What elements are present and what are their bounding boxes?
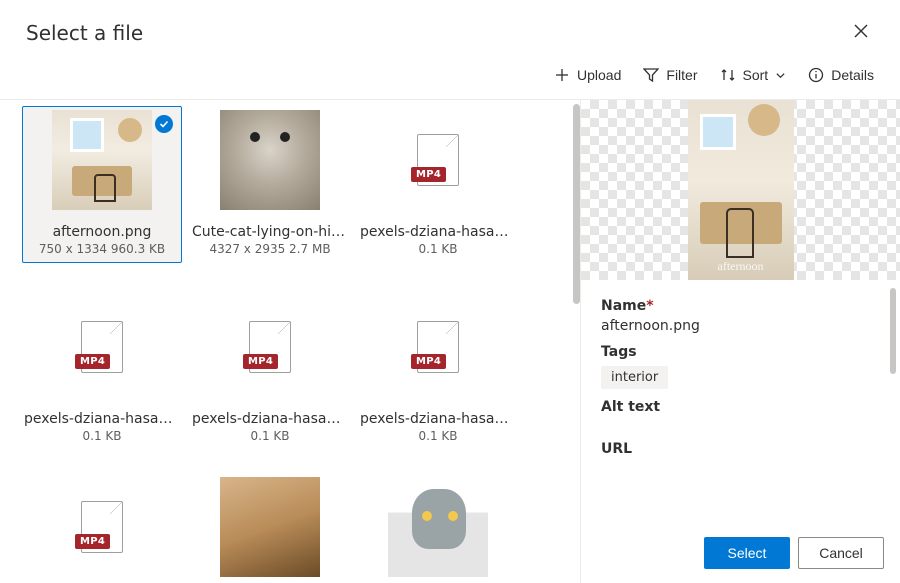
file-thumbnail [220,110,320,210]
tag-chip[interactable]: interior [601,366,668,389]
chevron-down-icon [775,70,786,81]
file-card[interactable]: MP4 [22,473,182,577]
cat-image-icon [220,477,320,577]
file-thumbnail [52,110,152,210]
grid-scrollbar[interactable] [573,104,580,304]
url-label: URL [601,441,880,457]
details-fields: Name* afternoon.png Tags interior Alt te… [581,280,900,475]
file-card[interactable]: MP4 pexels-dziana-hasanb... 0.1 KB [190,293,350,443]
modal-footer: Select Cancel [704,537,884,569]
file-meta: 750 x 1334 960.3 KB [39,242,165,256]
info-icon [808,67,824,83]
modal-header: Select a file [0,0,900,57]
close-icon [854,24,868,38]
file-name: pexels-dziana-hasanb... [360,224,516,240]
mp4-file-icon: MP4 [81,321,123,373]
file-picker-modal: Select a file Upload Filter Sort Details [0,0,900,583]
file-thumbnail: MP4 [388,110,488,210]
modal-title: Select a file [26,21,143,45]
upload-label: Upload [577,67,621,83]
file-grid-container: afternoon.png 750 x 1334 960.3 KB Cute-c… [0,100,580,583]
file-meta: 0.1 KB [419,242,458,256]
close-button[interactable] [848,18,874,47]
details-scrollbar[interactable] [890,288,896,374]
modal-body: afternoon.png 750 x 1334 960.3 KB Cute-c… [0,100,900,583]
file-thumbnail [388,477,488,577]
filter-button[interactable]: Filter [643,63,697,87]
file-thumbnail: MP4 [388,297,488,397]
plus-icon [554,67,570,83]
preview-image: afternoon [688,100,794,280]
cancel-button[interactable]: Cancel [798,537,884,569]
file-card[interactable]: MP4 pexels-dziana-hasanb... 0.1 KB [22,293,182,443]
preview-signature: afternoon [688,259,794,274]
name-label: Name* [601,298,880,314]
file-name: pexels-dziana-hasanb... [24,411,180,427]
file-card[interactable]: MP4 pexels-dziana-hasanb... 0.1 KB [358,293,518,443]
file-meta: 0.1 KB [251,429,290,443]
file-grid: afternoon.png 750 x 1334 960.3 KB Cute-c… [22,106,574,577]
sort-button[interactable]: Sort [720,63,787,87]
file-meta: 0.1 KB [83,429,122,443]
mp4-file-icon: MP4 [417,134,459,186]
file-card[interactable] [358,473,518,577]
file-thumbnail: MP4 [220,297,320,397]
tags-label: Tags [601,344,880,360]
upload-button[interactable]: Upload [554,63,621,87]
cat-image-icon [220,110,320,210]
file-card[interactable]: MP4 pexels-dziana-hasanb... 0.1 KB [358,106,518,263]
mp4-file-icon: MP4 [81,501,123,553]
file-card[interactable] [190,473,350,577]
mp4-file-icon: MP4 [249,321,291,373]
file-meta: 0.1 KB [419,429,458,443]
details-panel: afternoon Name* afternoon.png Tags inter… [580,100,900,583]
file-name: Cute-cat-lying-on-his-... [192,224,348,240]
alttext-label: Alt text [601,399,880,415]
file-name: pexels-dziana-hasanb... [192,411,348,427]
preview-area: afternoon [581,100,900,280]
file-name: afternoon.png [53,224,152,240]
filter-label: Filter [666,67,697,83]
details-button[interactable]: Details [808,63,874,87]
file-thumbnail [220,477,320,577]
name-value[interactable]: afternoon.png [601,318,880,334]
file-thumbnail: MP4 [52,297,152,397]
mp4-file-icon: MP4 [417,321,459,373]
selected-check [155,115,173,133]
details-label: Details [831,67,874,83]
toolbar: Upload Filter Sort Details [0,57,900,100]
sort-label: Sort [743,67,769,83]
file-name: pexels-dziana-hasanb... [360,411,516,427]
check-icon [159,119,169,129]
select-button[interactable]: Select [704,537,790,569]
room-image-icon [52,110,152,210]
file-card[interactable]: Cute-cat-lying-on-his-... 4327 x 2935 2.… [190,106,350,263]
filter-icon [643,67,659,83]
file-meta: 4327 x 2935 2.7 MB [209,242,330,256]
file-card[interactable]: afternoon.png 750 x 1334 960.3 KB [22,106,182,263]
cat-image-icon [388,477,488,577]
file-thumbnail: MP4 [52,477,152,577]
sort-icon [720,67,736,83]
